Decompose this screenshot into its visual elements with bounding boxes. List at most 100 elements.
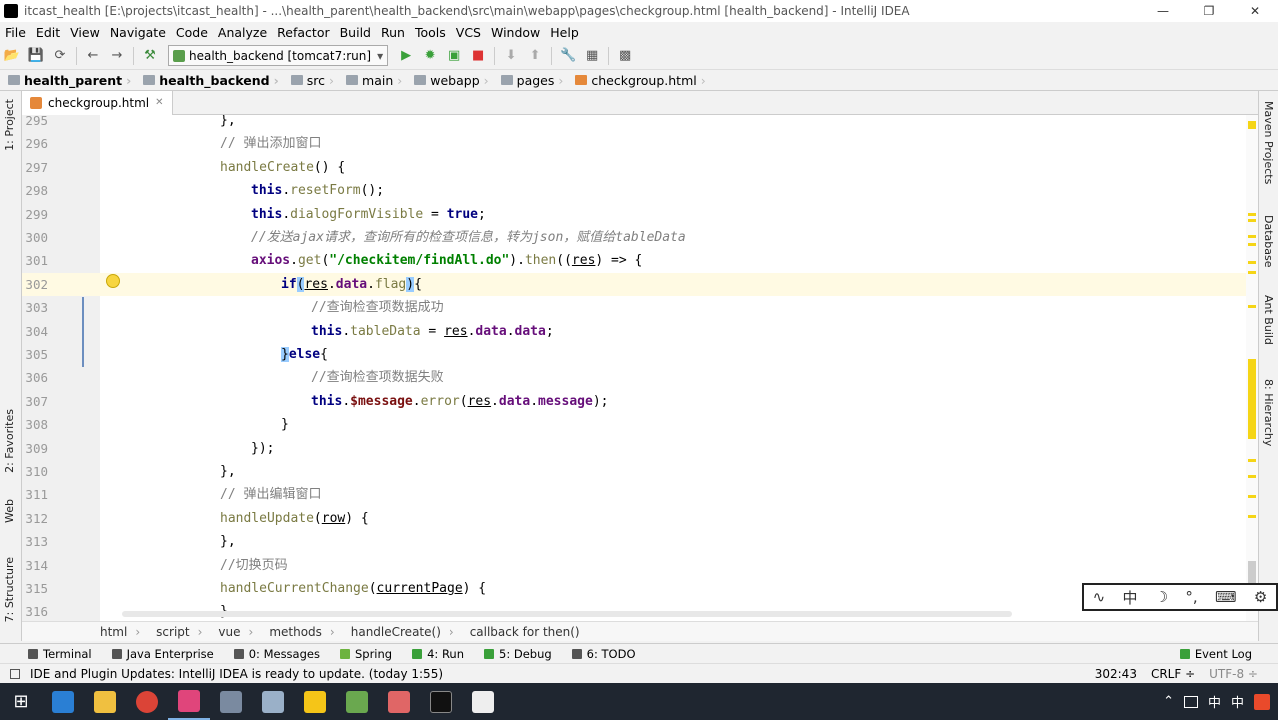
event-log-tab[interactable]: Event Log (1170, 647, 1278, 661)
hierarchy-tool-tab[interactable]: 8: Hierarchy (1262, 379, 1275, 446)
warning-marker[interactable] (1248, 261, 1256, 264)
stop-icon[interactable]: ■ (468, 46, 488, 66)
editor-tab-checkgroup[interactable]: checkgroup.html ✕ (22, 90, 173, 115)
ant-build-tool-tab[interactable]: Ant Build (1262, 295, 1275, 345)
status-message[interactable]: IDE and Plugin Updates: IntelliJ IDEA is… (30, 667, 443, 681)
warning-marker[interactable] (1248, 219, 1256, 222)
path-item[interactable]: vue (218, 625, 248, 639)
breadcrumb-pages[interactable]: pages › (493, 73, 568, 88)
path-item[interactable]: methods (269, 625, 330, 639)
path-item[interactable]: script (156, 625, 197, 639)
warning-marker[interactable] (1248, 515, 1256, 518)
tool-windows-toggle-icon[interactable] (10, 668, 20, 679)
warning-marker[interactable] (1248, 243, 1256, 246)
save-all-icon[interactable]: 💾 (26, 46, 46, 66)
breadcrumb-health-parent[interactable]: health_parent › (0, 73, 135, 88)
menu-tools[interactable]: Tools (410, 25, 451, 40)
sync-icon[interactable]: ⟳ (50, 46, 70, 66)
terminal-tab[interactable]: Terminal (0, 647, 102, 661)
run-icon[interactable]: ▶ (396, 46, 416, 66)
web-tool-tab[interactable]: Web (3, 499, 16, 523)
breadcrumb-checkgroup-html[interactable]: checkgroup.html › (567, 73, 709, 88)
app-button[interactable] (210, 683, 252, 720)
horizontal-scrollbar[interactable] (122, 611, 1012, 617)
tray-language-indicator[interactable]: 中 (1231, 692, 1244, 711)
tray-chevron-up-icon[interactable]: ⌃ (1163, 694, 1174, 709)
settings-wrench-icon[interactable]: 🔧 (558, 46, 578, 66)
menu-edit[interactable]: Edit (31, 25, 65, 40)
warning-marker[interactable] (1248, 359, 1256, 439)
app-button[interactable] (378, 683, 420, 720)
project-structure-icon[interactable]: ▦ (582, 46, 602, 66)
tray-ime-indicator[interactable]: 中 (1208, 692, 1221, 711)
java-enterprise-tab[interactable]: Java Enterprise (102, 647, 224, 661)
file-encoding[interactable]: UTF-8 ÷ (1209, 667, 1258, 681)
menu-vcs[interactable]: VCS (451, 25, 486, 40)
tray-app-icon[interactable] (1254, 693, 1270, 710)
warning-marker[interactable] (1248, 495, 1256, 498)
warning-marker[interactable] (1248, 459, 1256, 462)
line-separator[interactable]: CRLF ÷ (1151, 667, 1195, 681)
menu-view[interactable]: View (65, 25, 105, 40)
ime-mode-toggle[interactable]: 中 (1122, 587, 1137, 608)
punctuation-icon[interactable]: °, (1185, 588, 1197, 606)
intellij-button[interactable] (168, 683, 210, 720)
breadcrumb-main[interactable]: main › (338, 73, 406, 88)
run-with-coverage-icon[interactable]: ▣ (444, 46, 464, 66)
run-configuration-select[interactable]: health_backend [tomcat7:run] ▾ (168, 45, 389, 66)
keyboard-icon[interactable]: ⌨ (1215, 588, 1237, 606)
breadcrumb-src[interactable]: src › (283, 73, 338, 88)
breadcrumb-webapp[interactable]: webapp › (406, 73, 492, 88)
close-tab-icon[interactable]: ✕ (155, 97, 163, 108)
intention-lightbulb-icon[interactable] (106, 274, 120, 288)
debug-icon[interactable]: ✹ (420, 46, 440, 66)
menu-code[interactable]: Code (171, 25, 213, 40)
vcs-update-icon[interactable]: ⬇ (501, 46, 521, 66)
breadcrumb-health-backend[interactable]: health_backend › (135, 73, 282, 88)
task-view-button[interactable] (42, 683, 84, 720)
vcs-commit-icon[interactable]: ⬆ (525, 46, 545, 66)
menu-build[interactable]: Build (335, 25, 376, 40)
menu-window[interactable]: Window (486, 25, 545, 40)
favorites-tool-tab[interactable]: 2: Favorites (3, 409, 16, 473)
menu-refactor[interactable]: Refactor (272, 25, 334, 40)
debug-tab[interactable]: 5: Debug (474, 647, 562, 661)
path-item[interactable]: handleCreate() (351, 625, 449, 639)
app-button[interactable] (336, 683, 378, 720)
menu-run[interactable]: Run (376, 25, 410, 40)
path-item[interactable]: html (100, 625, 135, 639)
app-button[interactable] (294, 683, 336, 720)
database-tool-tab[interactable]: Database (1262, 215, 1275, 268)
file-explorer-button[interactable] (84, 683, 126, 720)
build-hammer-icon[interactable]: ⚒ (140, 46, 160, 66)
typora-button[interactable] (462, 683, 504, 720)
maven-projects-tool-tab[interactable]: Maven Projects (1262, 101, 1275, 184)
back-arrow-icon[interactable]: ← (83, 46, 103, 66)
warning-marker[interactable] (1248, 235, 1256, 238)
terminal-button[interactable] (420, 683, 462, 720)
menu-file[interactable]: File (0, 25, 31, 40)
error-stripe[interactable] (1246, 115, 1258, 621)
warning-marker[interactable] (1248, 271, 1256, 274)
messages-tab[interactable]: 0: Messages (224, 647, 330, 661)
chrome-button[interactable] (126, 683, 168, 720)
warning-marker[interactable] (1248, 213, 1256, 216)
close-window-button[interactable]: ✕ (1232, 0, 1278, 22)
warning-marker[interactable] (1248, 475, 1256, 478)
start-button[interactable]: ⊞ (0, 683, 42, 720)
run-tab[interactable]: 4: Run (402, 647, 474, 661)
network-icon[interactable] (1183, 695, 1198, 708)
path-item[interactable]: callback for then() (470, 625, 588, 639)
sdk-manager-icon[interactable]: ▩ (615, 46, 635, 66)
menu-analyze[interactable]: Analyze (213, 25, 272, 40)
open-folder-icon[interactable]: 📂 (2, 46, 22, 66)
code-editor[interactable]: 295}, 296// 弹出添加窗口 297 handleCreate() { 2… (22, 115, 1258, 621)
spring-tab[interactable]: Spring (330, 647, 402, 661)
warning-marker[interactable] (1248, 305, 1256, 308)
structure-tool-tab[interactable]: 7: Structure (3, 557, 16, 622)
project-tool-tab[interactable]: 1: Project (3, 99, 16, 151)
menu-help[interactable]: Help (545, 25, 584, 40)
gear-icon[interactable]: ⚙ (1254, 588, 1267, 606)
ime-logo-icon[interactable]: ∿ (1093, 588, 1106, 606)
minimize-button[interactable]: — (1140, 0, 1186, 22)
